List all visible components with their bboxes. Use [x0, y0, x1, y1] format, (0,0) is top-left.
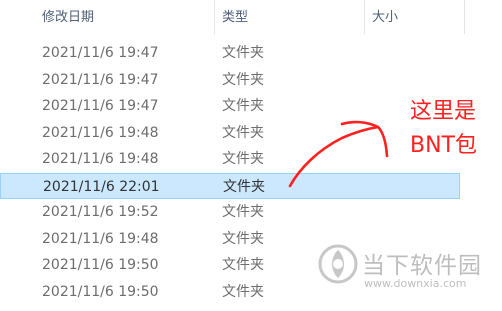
table-row[interactable]: 2021/11/6 19:47 文件夹 [0, 93, 460, 119]
table-row[interactable]: 2021/11/6 19:48 文件夹 [0, 146, 460, 172]
column-header-type[interactable]: 类型 [222, 8, 248, 28]
date-modified-cell: 2021/11/6 19:47 [42, 45, 159, 61]
annotation-label-line1: 这里是 [410, 99, 477, 124]
table-row[interactable]: 2021/11/6 19:52 文件夹 [0, 199, 460, 225]
table-row[interactable]: 2021/11/6 22:01 文件夹 [0, 172, 460, 199]
date-modified-cell: 2021/11/6 19:48 [42, 151, 159, 167]
downxia-logo-icon [318, 244, 358, 284]
watermark-url: www.downxia.com [364, 277, 467, 290]
column-header-row: 修改日期 类型 大小 [0, 0, 502, 34]
type-cell: 文件夹 [222, 151, 264, 167]
date-modified-cell: 2021/11/6 19:50 [42, 283, 159, 300]
date-modified-cell: 2021/11/6 19:47 [42, 98, 159, 114]
annotation-label-line2: BNT包 [410, 133, 477, 158]
column-divider[interactable] [214, 0, 215, 34]
date-modified-cell: 2021/11/6 22:01 [43, 178, 160, 195]
type-cell: 文件夹 [222, 257, 264, 273]
column-header-size[interactable]: 大小 [372, 8, 398, 28]
watermark-name: 当下软件园 [362, 253, 482, 279]
date-modified-cell: 2021/11/6 19:48 [42, 230, 159, 247]
type-cell: 文件夹 [222, 98, 264, 114]
watermark: 当下软件园 www.downxia.com [318, 244, 498, 306]
type-cell: 文件夹 [222, 283, 264, 300]
date-modified-cell: 2021/11/6 19:52 [42, 204, 159, 220]
table-row[interactable]: 2021/11/6 19:47 文件夹 [0, 67, 460, 93]
column-header-date-modified[interactable]: 修改日期 [42, 8, 94, 28]
column-divider[interactable] [464, 0, 465, 34]
table-row[interactable]: 2021/11/6 19:48 文件夹 [0, 120, 460, 146]
file-explorer-list: 修改日期 类型 大小 2021/11/6 19:47 文件夹 2021/11/6 1… [0, 0, 502, 311]
table-row[interactable]: 2021/11/6 19:47 文件夹 [0, 40, 460, 66]
type-cell: 文件夹 [222, 230, 264, 247]
type-cell: 文件夹 [222, 124, 264, 141]
type-cell: 文件夹 [222, 204, 264, 220]
date-modified-cell: 2021/11/6 19:47 [42, 71, 159, 88]
column-divider[interactable] [364, 0, 365, 34]
type-cell: 文件夹 [223, 178, 265, 195]
type-cell: 文件夹 [222, 71, 264, 88]
date-modified-cell: 2021/11/6 19:48 [42, 124, 159, 141]
date-modified-cell: 2021/11/6 19:50 [42, 257, 159, 273]
type-cell: 文件夹 [222, 45, 264, 61]
